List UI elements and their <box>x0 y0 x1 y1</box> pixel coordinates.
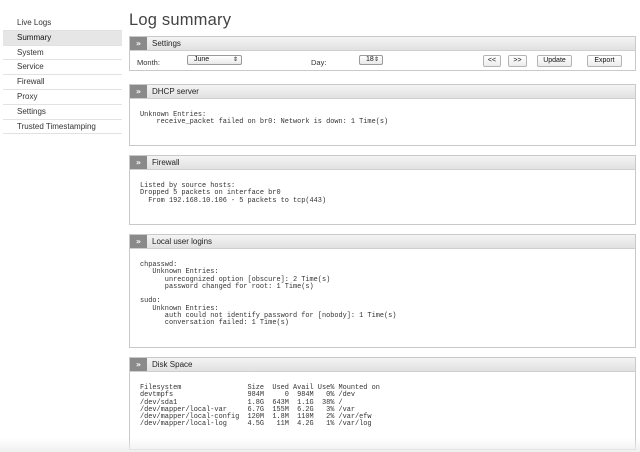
sidebar-item-summary[interactable]: Summary <box>3 30 122 46</box>
day-select[interactable]: 18 ⇕ <box>359 55 383 65</box>
settings-panel: » Settings Month: June ⇕ Day: 18 ⇕ << >>… <box>129 36 636 71</box>
export-button[interactable]: Export <box>587 55 622 67</box>
sidebar-item-system[interactable]: System <box>3 46 122 61</box>
local-user-logins-panel-header: » Local user logins <box>130 235 635 249</box>
sidebar-item-live-logs[interactable]: Live Logs <box>3 16 122 31</box>
firewall-panel-title: Firewall <box>152 158 180 167</box>
sidebar-item-proxy[interactable]: Proxy <box>3 90 122 105</box>
disk-space-log: Filesystem Size Used Avail Use% Mounted … <box>140 384 380 429</box>
dhcp-server-log: Unknown Entries: receive_packet failed o… <box>140 111 389 127</box>
next-day-button[interactable]: >> <box>508 55 527 67</box>
settings-panel-title: Settings <box>152 39 181 48</box>
dhcp-server-panel-title: DHCP server <box>152 87 199 96</box>
dhcp-server-panel-header: » DHCP server <box>130 85 635 99</box>
firewall-panel-header: » Firewall <box>130 156 635 170</box>
disk-space-panel: » Disk Space Filesystem Size Used Avail … <box>129 357 636 450</box>
month-label: Month: <box>137 58 160 67</box>
month-select-value: June <box>194 56 210 63</box>
disk-space-panel-title: Disk Space <box>152 360 193 369</box>
update-button[interactable]: Update <box>537 55 572 67</box>
local-user-logins-panel: » Local user logins chpasswd: Unknown En… <box>129 234 636 348</box>
up-down-arrows-icon: ⇕ <box>373 57 379 63</box>
previous-day-button[interactable]: << <box>483 55 501 67</box>
double-chevron-right-icon[interactable]: » <box>130 156 147 169</box>
firewall-panel: » Firewall Listed by source hosts: Dropp… <box>129 155 636 225</box>
double-chevron-right-icon[interactable]: » <box>130 85 147 98</box>
sidebar-nav: Live Logs Summary System Service Firewal… <box>3 16 122 135</box>
month-select[interactable]: June ⇕ <box>187 55 242 65</box>
sidebar-item-settings[interactable]: Settings <box>3 105 122 120</box>
double-chevron-right-icon[interactable]: » <box>130 358 147 371</box>
double-chevron-right-icon[interactable]: » <box>130 235 147 248</box>
sidebar-item-service[interactable]: Service <box>3 60 122 76</box>
sidebar-item-firewall[interactable]: Firewall <box>3 75 122 90</box>
disk-space-panel-header: » Disk Space <box>130 358 635 372</box>
page-title: Log summary <box>129 11 232 29</box>
up-down-arrows-icon: ⇕ <box>232 57 238 63</box>
double-chevron-right-icon[interactable]: » <box>130 37 147 50</box>
local-user-logins-log: chpasswd: Unknown Entries: unrecognized … <box>140 261 397 328</box>
settings-panel-header: » Settings <box>130 37 635 51</box>
local-user-logins-panel-title: Local user logins <box>152 237 213 246</box>
day-label: Day: <box>311 58 327 67</box>
dhcp-server-panel: » DHCP server Unknown Entries: receive_p… <box>129 84 636 146</box>
firewall-log: Listed by source hosts: Dropped 5 packet… <box>140 182 327 205</box>
sidebar-item-trusted-timestamping[interactable]: Trusted Timestamping <box>3 120 122 135</box>
settings-row: Month: June ⇕ Day: 18 ⇕ << >> Update Exp… <box>130 51 635 73</box>
day-select-value: 18 <box>366 56 374 63</box>
